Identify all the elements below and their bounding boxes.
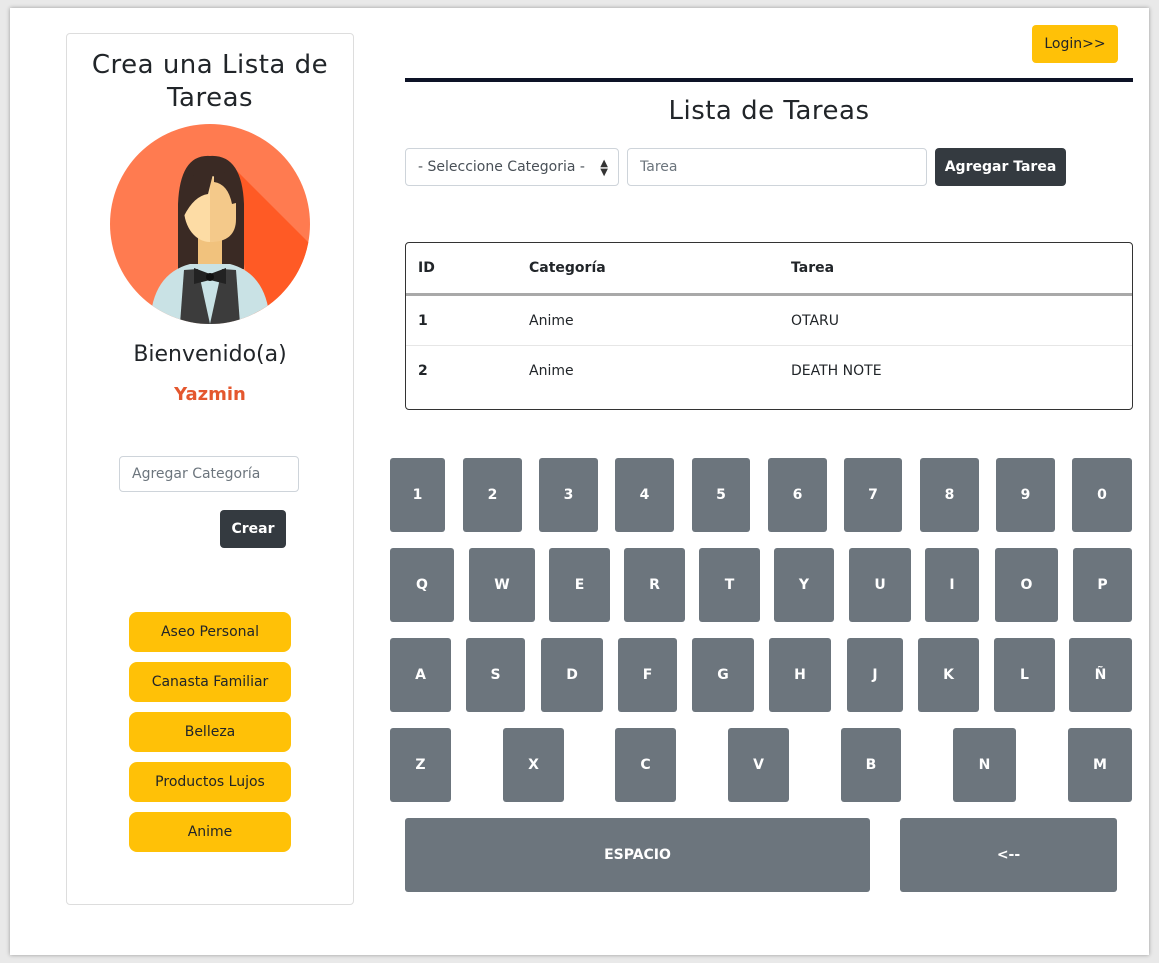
cell-id: 2	[418, 362, 428, 379]
key-4[interactable]: 4	[615, 458, 674, 532]
key-v[interactable]: V	[728, 728, 789, 802]
category-button[interactable]: Aseo Personal	[129, 612, 291, 652]
key-f[interactable]: F	[618, 638, 677, 712]
key-2[interactable]: 2	[463, 458, 522, 532]
key-u[interactable]: U	[849, 548, 911, 622]
key-9[interactable]: 9	[996, 458, 1055, 532]
cell-category: Anime	[517, 294, 779, 346]
key-h[interactable]: H	[769, 638, 831, 712]
category-select[interactable]: - Seleccione Categoria - ▲ ▼	[405, 148, 619, 186]
category-input[interactable]	[119, 456, 299, 492]
key-s[interactable]: S	[466, 638, 525, 712]
key-y[interactable]: Y	[774, 548, 834, 622]
key-g[interactable]: G	[692, 638, 754, 712]
column-header-category: Categoría	[517, 243, 779, 296]
key-c[interactable]: C	[615, 728, 676, 802]
create-category-button[interactable]: Crear	[220, 510, 286, 548]
cell-id: 1	[406, 294, 517, 346]
username: Yazmin	[174, 384, 246, 405]
category-list: Aseo Personal Canasta Familiar Belleza P…	[129, 612, 291, 862]
header-divider	[405, 78, 1133, 82]
key-6[interactable]: 6	[768, 458, 827, 532]
key-w[interactable]: W	[469, 548, 535, 622]
key-enye[interactable]: Ñ	[1069, 638, 1132, 712]
task-input[interactable]	[627, 148, 927, 186]
category-select-value: - Seleccione Categoria -	[418, 159, 585, 175]
key-1[interactable]: 1	[390, 458, 445, 532]
key-b[interactable]: B	[841, 728, 901, 802]
key-e[interactable]: E	[549, 548, 610, 622]
key-a[interactable]: A	[390, 638, 451, 712]
key-5[interactable]: 5	[692, 458, 750, 532]
key-3[interactable]: 3	[539, 458, 598, 532]
key-o[interactable]: O	[995, 548, 1058, 622]
category-button[interactable]: Belleza	[129, 712, 291, 752]
sort-arrows-icon: ▲ ▼	[600, 158, 608, 178]
cell-task: OTARU	[779, 294, 1132, 346]
table-header-row: ID Categoría Tarea	[406, 243, 1132, 296]
key-l[interactable]: L	[994, 638, 1055, 712]
tasks-table: ID Categoría Tarea 1 Anime OTARU 2 Anime…	[405, 242, 1133, 410]
category-button[interactable]: Canasta Familiar	[129, 662, 291, 702]
column-header-task: Tarea	[779, 243, 1132, 296]
key-i[interactable]: I	[925, 548, 979, 622]
key-q[interactable]: Q	[390, 548, 454, 622]
key-p[interactable]: P	[1073, 548, 1132, 622]
category-button[interactable]: Anime	[129, 812, 291, 852]
backspace-key[interactable]: <--	[900, 818, 1117, 892]
cell-category: Anime	[529, 362, 574, 379]
sidebar-card: Crea una Lista de Tareas Bienvenido(a) Y…	[66, 33, 354, 905]
category-button[interactable]: Productos Lujos	[129, 762, 291, 802]
page-title: Lista de Tareas	[668, 96, 870, 126]
avatar	[110, 124, 310, 324]
key-7[interactable]: 7	[844, 458, 902, 532]
cell-task: DEATH NOTE	[791, 362, 882, 379]
key-d[interactable]: D	[541, 638, 603, 712]
app-window: Crea una Lista de Tareas Bienvenido(a) Y…	[10, 8, 1149, 955]
column-header-id: ID	[406, 243, 517, 296]
login-button[interactable]: Login>>	[1032, 25, 1118, 63]
key-n[interactable]: N	[953, 728, 1016, 802]
add-task-button[interactable]: Agregar Tarea	[935, 148, 1066, 186]
sidebar-title: Crea una Lista de Tareas	[91, 50, 329, 113]
space-key[interactable]: ESPACIO	[405, 818, 870, 892]
key-x[interactable]: X	[503, 728, 564, 802]
table-row: 2 Anime DEATH NOTE	[406, 346, 1132, 396]
table-row: 1 Anime OTARU	[406, 294, 1132, 346]
key-m[interactable]: M	[1068, 728, 1132, 802]
key-r[interactable]: R	[624, 548, 685, 622]
key-0[interactable]: 0	[1072, 458, 1132, 532]
key-z[interactable]: Z	[390, 728, 451, 802]
key-k[interactable]: K	[918, 638, 979, 712]
welcome-text: Bienvenido(a)	[133, 342, 287, 367]
key-j[interactable]: J	[847, 638, 903, 712]
key-t[interactable]: T	[699, 548, 760, 622]
key-8[interactable]: 8	[920, 458, 979, 532]
